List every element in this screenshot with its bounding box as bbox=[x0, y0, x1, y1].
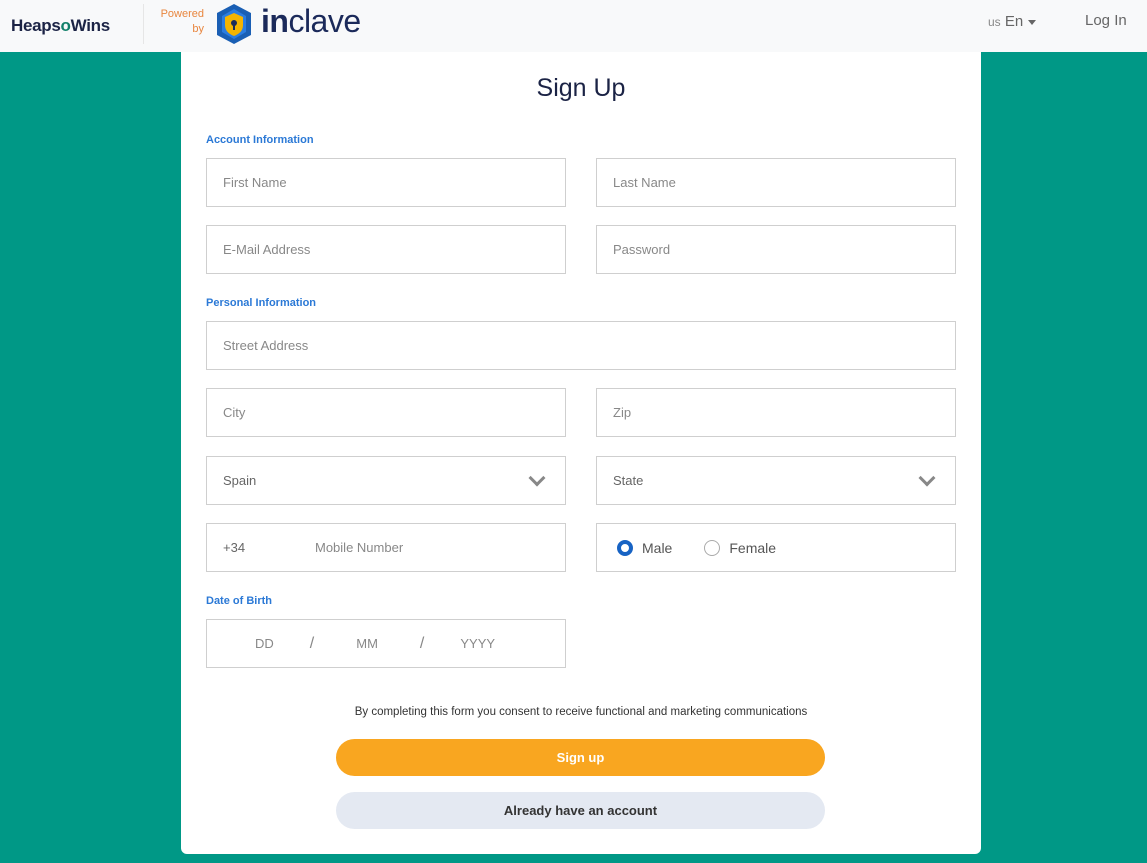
country-selected-value: Spain bbox=[223, 473, 257, 488]
dob-month-input[interactable]: MM bbox=[356, 636, 378, 651]
street-address-input[interactable] bbox=[207, 322, 955, 369]
dob-field: DD / MM / YYYY bbox=[206, 619, 566, 668]
email-input[interactable] bbox=[207, 226, 565, 273]
powered-by-line1: Powered bbox=[160, 8, 204, 20]
dob-separator: / bbox=[309, 634, 315, 652]
mobile-number-input[interactable] bbox=[299, 524, 565, 571]
page-title: Sign Up bbox=[536, 74, 626, 102]
logo-text-o: o bbox=[60, 16, 71, 35]
signup-card: Sign Up Account Information Personal Inf… bbox=[181, 52, 981, 854]
city-input[interactable] bbox=[207, 389, 565, 436]
last-name-field bbox=[596, 158, 956, 207]
password-field bbox=[596, 225, 956, 274]
section-date-of-birth: Date of Birth bbox=[206, 595, 272, 607]
state-select[interactable]: State bbox=[596, 456, 956, 505]
chevron-down-icon bbox=[918, 469, 936, 486]
dob-year-input[interactable]: YYYY bbox=[460, 636, 495, 651]
state-selected-value: State bbox=[613, 473, 644, 488]
heapsowins-logo[interactable]: HeapsoWins bbox=[11, 16, 110, 36]
header-divider bbox=[143, 4, 144, 44]
gender-field: Male Female bbox=[596, 523, 956, 572]
mobile-input-wrap bbox=[299, 524, 565, 571]
caret-down-icon bbox=[1028, 19, 1037, 25]
mobile-field: +34 bbox=[206, 523, 566, 572]
gender-female-radio[interactable]: Female bbox=[704, 539, 777, 556]
city-field bbox=[206, 388, 566, 437]
language-label: En bbox=[1004, 13, 1024, 30]
first-name-field bbox=[206, 158, 566, 207]
language-country: us bbox=[988, 15, 1001, 29]
powered-by-label: Powered by bbox=[158, 7, 204, 37]
section-account-information: Account Information bbox=[206, 134, 314, 146]
dob-separator: / bbox=[419, 634, 425, 652]
dob-inputs: DD / MM / YYYY bbox=[207, 620, 565, 667]
chevron-down-icon bbox=[528, 469, 546, 486]
inclave-shield-icon bbox=[217, 4, 251, 44]
login-link[interactable]: Log In bbox=[1085, 12, 1127, 29]
consent-text: By completing this form you consent to r… bbox=[354, 706, 808, 718]
gender-female-label: Female bbox=[729, 539, 777, 556]
dob-day-input[interactable]: DD bbox=[255, 636, 274, 651]
street-address-field bbox=[206, 321, 956, 370]
first-name-input[interactable] bbox=[207, 159, 565, 206]
email-field bbox=[206, 225, 566, 274]
gender-male-label: Male bbox=[642, 539, 673, 556]
country-select[interactable]: Spain bbox=[206, 456, 566, 505]
already-have-account-button[interactable]: Already have an account bbox=[336, 792, 825, 829]
powered-by-line2: by bbox=[192, 23, 204, 35]
inclave-text-rest: clave bbox=[288, 3, 361, 39]
gender-male-radio[interactable]: Male bbox=[617, 539, 673, 556]
section-personal-information: Personal Information bbox=[206, 297, 317, 309]
logo-text-right: Wins bbox=[70, 16, 111, 35]
inclave-text-bold: in bbox=[261, 3, 289, 39]
radio-selected-icon bbox=[617, 539, 633, 556]
gender-radio-group: Male Female bbox=[597, 524, 955, 571]
phone-prefix[interactable]: +34 bbox=[223, 540, 245, 555]
radio-unselected-icon bbox=[704, 539, 721, 556]
password-input[interactable] bbox=[597, 226, 955, 273]
sign-up-button[interactable]: Sign up bbox=[336, 739, 825, 776]
zip-field bbox=[596, 388, 956, 437]
language-dropdown[interactable]: us En bbox=[988, 13, 1037, 30]
zip-input[interactable] bbox=[597, 389, 955, 436]
inclave-logo: inclave bbox=[261, 3, 361, 40]
logo-text-left: Heaps bbox=[11, 16, 61, 35]
last-name-input[interactable] bbox=[597, 159, 955, 206]
top-navbar: HeapsoWins Powered by inclave us En Log I… bbox=[0, 0, 1147, 52]
